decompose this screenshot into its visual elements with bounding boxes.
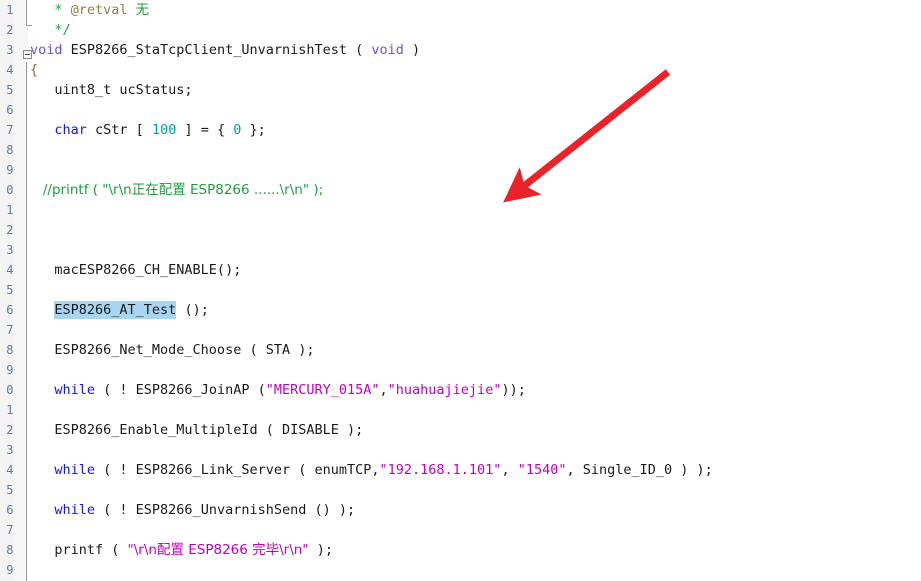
string-server-port: "1540" xyxy=(517,462,567,478)
keyword-while: while xyxy=(30,462,96,478)
code-line[interactable]: while ( ! ESP8266_UnvarnishSend () ); xyxy=(30,500,355,520)
selected-token-esp8266-at-test[interactable]: ESP8266_AT_Test xyxy=(54,301,177,319)
call-printf-b: ); xyxy=(308,542,333,558)
fold-guide-line-top xyxy=(26,0,27,26)
line-number: 9 xyxy=(6,363,13,377)
call-printf-a: printf ( xyxy=(30,542,128,558)
call-link-server-b: , xyxy=(501,462,518,478)
code-line[interactable]: while ( ! ESP8266_JoinAP ("MERCURY_015A"… xyxy=(30,380,526,400)
call-link-server-c: , Single_ID_0 ) ); xyxy=(566,462,713,478)
line-number: 2 xyxy=(6,423,13,437)
call-ch-enable: macESP8266_CH_ENABLE(); xyxy=(30,262,242,278)
keyword-char: char xyxy=(30,122,87,138)
string-printf-done: "\r\n配置 ESP8266 完毕\r\n" xyxy=(127,542,309,558)
call-at-test-rest: (); xyxy=(176,302,209,318)
call-enable-multipleid: ESP8266_Enable_MultipleId ( DISABLE ); xyxy=(30,422,364,438)
line-number: 1 xyxy=(6,3,13,17)
line-number: 7 xyxy=(6,523,13,537)
code-line[interactable]: void ESP8266_StaTcpClient_UnvarnishTest … xyxy=(30,40,420,60)
open-brace: { xyxy=(30,62,39,78)
line-number: 8 xyxy=(6,543,13,557)
commented-out-printf: //printf ( "\r\n正在配置 ESP8266 ......\r\n"… xyxy=(30,182,324,198)
line-number: 9 xyxy=(6,163,13,177)
line-number: 3 xyxy=(6,443,13,457)
line-number: 6 xyxy=(6,103,13,117)
code-line[interactable]: while ( ! ESP8266_Link_Server ( enumTCP,… xyxy=(30,460,713,480)
function-signature: ESP8266_StaTcpClient_UnvarnishTest ( xyxy=(62,42,372,58)
declaration-ucstatus: uint8_t ucStatus; xyxy=(30,82,193,98)
comment-doc-tag: @retval xyxy=(70,2,136,18)
code-line[interactable]: macESP8266_CH_ENABLE(); xyxy=(30,260,241,280)
code-line-commented-printf[interactable]: //printf ( "\r\n正在配置 ESP8266 ......\r\n"… xyxy=(30,180,323,200)
line-number: 8 xyxy=(6,343,13,357)
code-line[interactable]: * @retval 无 xyxy=(30,0,149,20)
fold-guide-line-body xyxy=(26,62,27,581)
line-number: 2 xyxy=(6,223,13,237)
string-server-ip: "192.168.1.101" xyxy=(379,462,502,478)
code-area[interactable]: * @retval 无 */ void ESP8266_StaTcpClient… xyxy=(30,0,921,581)
line-number: 4 xyxy=(6,63,13,77)
number-100: 100 xyxy=(151,122,177,138)
code-editor[interactable]: 1 2 3 4 5 6 7 8 9 0 1 2 3 4 5 6 7 8 9 0 1 2 3 4 5 6 7 8 9 * @retval … xyxy=(0,0,921,581)
line-number: 3 xyxy=(6,43,13,57)
string-password: "huahuajiejie" xyxy=(387,382,502,398)
keyword-while: while xyxy=(30,382,96,398)
line-number: 5 xyxy=(6,283,13,297)
decl-cstr-a: cStr [ xyxy=(86,122,152,138)
code-line[interactable]: uint8_t ucStatus; xyxy=(30,80,193,100)
string-ssid: "MERCURY_015A" xyxy=(265,382,380,398)
call-joinap-a: ( ! ESP8266_JoinAP ( xyxy=(95,382,266,398)
comment-end: */ xyxy=(30,22,71,38)
code-line[interactable]: ESP8266_Net_Mode_Choose ( STA ); xyxy=(30,340,314,360)
line-number: 3 xyxy=(6,243,13,257)
line-number: 7 xyxy=(6,123,13,137)
line-number: 1 xyxy=(6,403,13,417)
keyword-void-param: void xyxy=(371,42,404,58)
decl-cstr-b: ] = { xyxy=(176,122,234,138)
line-number: 6 xyxy=(6,303,13,317)
keyword-void: void xyxy=(30,42,63,58)
line-number: 0 xyxy=(6,183,13,197)
line-number: 7 xyxy=(6,323,13,337)
line-number: 9 xyxy=(6,563,13,577)
code-line[interactable]: printf ( "\r\n配置 ESP8266 完毕\r\n" ); xyxy=(30,540,333,560)
code-line[interactable]: { xyxy=(30,60,38,80)
comment-star: * xyxy=(30,2,71,18)
keyword-while: while xyxy=(30,502,96,518)
line-number: 5 xyxy=(6,83,13,97)
signature-end: ) xyxy=(403,42,421,58)
code-line[interactable]: */ xyxy=(30,20,71,40)
call-joinap-b: , xyxy=(379,382,388,398)
line-number: 1 xyxy=(6,203,13,217)
decl-cstr-c: }; xyxy=(241,122,266,138)
call-unvarnish-send: ( ! ESP8266_UnvarnishSend () ); xyxy=(95,502,356,518)
line-number: 4 xyxy=(6,263,13,277)
call-link-server-a: ( ! ESP8266_Link_Server ( enumTCP, xyxy=(95,462,380,478)
line-number: 8 xyxy=(6,143,13,157)
code-line[interactable]: char cStr [ 100 ] = { 0 }; xyxy=(30,120,266,140)
call-joinap-c: )); xyxy=(501,382,526,398)
line-number: 5 xyxy=(6,483,13,497)
call-net-mode-choose: ESP8266_Net_Mode_Choose ( STA ); xyxy=(30,342,315,358)
code-line[interactable]: ESP8266_Enable_MultipleId ( DISABLE ); xyxy=(30,420,363,440)
code-line-selected[interactable]: ESP8266_AT_Test (); xyxy=(30,300,209,320)
line-number: 4 xyxy=(6,463,13,477)
comment-value: 无 xyxy=(135,2,150,18)
line-number: 0 xyxy=(6,383,13,397)
line-number: 2 xyxy=(6,23,13,37)
line-number: 6 xyxy=(6,503,13,517)
